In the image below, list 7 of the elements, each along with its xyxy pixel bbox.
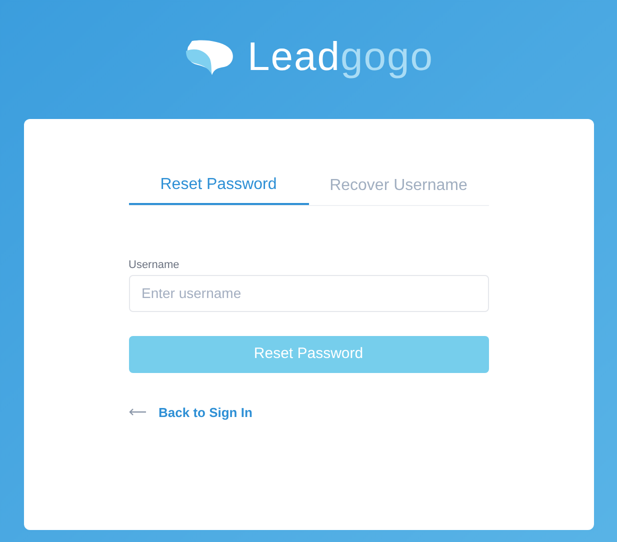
field-label: Username — [128, 258, 180, 273]
logo-text: Leadgogo — [248, 35, 434, 79]
tab[interactable]: Recover Username — [308, 167, 488, 205]
tab[interactable]: Reset Password — [128, 167, 308, 205]
arrow-left-icon — [128, 408, 146, 416]
username-field[interactable]: Enter username — [128, 274, 488, 312]
back-link[interactable]: Back to Sign In — [128, 402, 252, 422]
